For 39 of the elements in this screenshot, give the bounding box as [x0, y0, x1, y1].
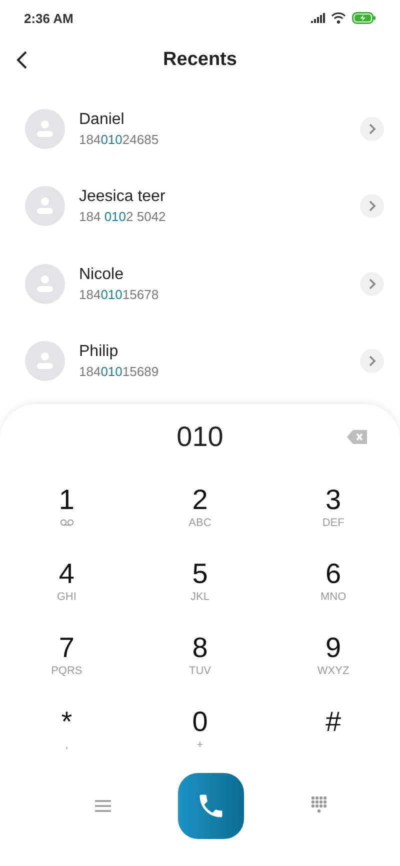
- contact-name: Daniel: [79, 110, 126, 130]
- dial-key[interactable]: 9 WXYZ: [266, 618, 400, 692]
- dial-key[interactable]: 1: [0, 470, 134, 544]
- contact-name: Nicole: [79, 264, 124, 285]
- dial-key[interactable]: 2 ABC: [133, 470, 267, 544]
- contact-name: Philip: [79, 342, 120, 362]
- dialed-number: 010: [176, 421, 224, 453]
- call-button[interactable]: [178, 773, 244, 839]
- avatar-icon: [25, 341, 65, 382]
- contact-number: 18401015689: [79, 363, 160, 382]
- dial-key[interactable]: 8 TUV: [133, 618, 267, 692]
- wifi-icon: [331, 12, 346, 24]
- chevron-icon[interactable]: [360, 194, 384, 218]
- voicemail-icon: [60, 519, 74, 526]
- contact-number: 18401024685: [79, 130, 160, 149]
- avatar-icon: [25, 108, 65, 149]
- back-icon[interactable]: [16, 50, 28, 70]
- chevron-icon[interactable]: [360, 272, 384, 296]
- avatar-icon: [25, 186, 65, 226]
- dial-key[interactable]: 6 MNO: [266, 544, 400, 618]
- dial-key[interactable]: 3 DEF: [266, 470, 400, 544]
- contact-name: Jeesica teer: [79, 187, 166, 208]
- dial-key[interactable]: 4 GHI: [0, 544, 134, 618]
- contact-number: 18401015678: [79, 286, 160, 304]
- avatar-icon: [25, 264, 65, 304]
- dial-key[interactable]: * ,: [0, 692, 134, 766]
- chevron-icon[interactable]: [360, 349, 384, 374]
- backspace-icon[interactable]: [347, 430, 367, 444]
- dial-key[interactable]: 7 PQRS: [0, 618, 134, 692]
- page-title: Recents: [163, 49, 237, 71]
- chevron-icon[interactable]: [360, 116, 384, 141]
- dial-key[interactable]: 5 JKL: [133, 544, 267, 618]
- battery-icon: [352, 12, 376, 24]
- status-time: 2:36 AM: [24, 10, 74, 26]
- signal-icon: [311, 13, 325, 23]
- menu-icon[interactable]: [95, 799, 112, 813]
- contact-number: 184 0102 5042: [79, 208, 167, 226]
- dial-key[interactable]: 0 +: [133, 692, 267, 766]
- dial-key[interactable]: #: [266, 692, 400, 766]
